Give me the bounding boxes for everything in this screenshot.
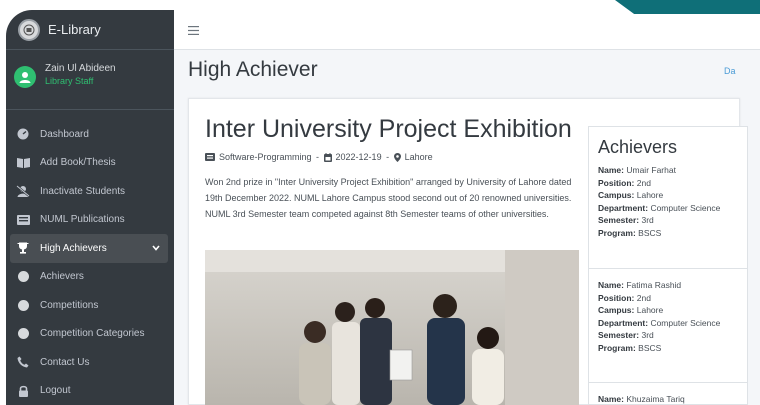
meta-separator: -	[313, 152, 322, 162]
post-description: Won 2nd prize in "Inter University Proje…	[205, 177, 572, 219]
menu-toggle-icon[interactable]	[188, 22, 199, 38]
circle-icon	[16, 298, 30, 312]
achiever-position: 2nd	[636, 177, 651, 188]
achiever-position: 2nd	[636, 292, 651, 303]
divider	[588, 382, 748, 383]
divider	[588, 268, 748, 269]
phone-icon	[16, 355, 30, 369]
map-marker-icon	[393, 152, 401, 162]
brand-name: E-Library	[48, 22, 101, 37]
avatar	[14, 66, 36, 88]
achiever-name: Umair Farhat	[626, 165, 676, 175]
sidebar-item-label: Achievers	[40, 271, 84, 283]
sidebar-item-label: Add Book/Thesis	[40, 157, 116, 169]
achiever-entry: Name: Umair Farhat Position: 2nd Campus:…	[598, 164, 720, 239]
circle-icon	[16, 270, 30, 284]
sidebar-item-label: High Achievers	[40, 242, 107, 254]
achiever-name: Khuzaima Tariq	[626, 394, 685, 404]
sidebar-nav: Dashboard Add Book/Thesis Inactivate Stu…	[6, 110, 174, 405]
sidebar-item-label: Logout	[40, 385, 71, 397]
library-logo-icon	[18, 18, 40, 41]
event-photo-illustration	[205, 250, 579, 405]
achiever-department: Computer Science	[650, 317, 721, 328]
achiever-program: BSCS	[638, 227, 662, 238]
achiever-campus: Lahore	[636, 305, 664, 315]
post-location: Lahore	[404, 152, 433, 162]
brand-link[interactable]: E-Library	[6, 10, 174, 50]
page-title: High Achiever	[188, 58, 318, 81]
book-open-icon	[16, 156, 30, 170]
category-icon	[205, 153, 215, 161]
sidebar: E-Library Zain Ul Abideen Library Staff …	[6, 10, 174, 405]
achiever-semester: 3rd	[641, 330, 654, 340]
sidebar-item-add-book[interactable]: Add Book/Thesis	[6, 149, 174, 178]
semester-label: Semester:	[598, 330, 640, 340]
sidebar-item-label: Competitions	[40, 299, 99, 311]
name-label: Name:	[598, 165, 624, 175]
position-label: Position:	[598, 292, 635, 303]
sidebar-item-dashboard[interactable]: Dashboard	[6, 120, 174, 149]
post-meta: Software-Programming - 2022-12-19 - Laho…	[205, 152, 433, 162]
sidebar-item-label: Dashboard	[40, 128, 89, 140]
name-label: Name:	[598, 394, 624, 404]
campus-label: Campus:	[598, 305, 635, 315]
achiever-name: Fatima Rashid	[626, 280, 682, 290]
program-label: Program:	[598, 342, 636, 353]
achiever-entry: Name: Fatima Rashid Position: 2nd Campus…	[598, 279, 720, 354]
sidebar-item-numl-publications[interactable]: NUML Publications	[6, 206, 174, 235]
achiever-program: BSCS	[638, 342, 662, 353]
top-navbar	[174, 14, 760, 50]
semester-label: Semester:	[598, 215, 640, 225]
app-window: E-Library Zain Ul Abideen Library Staff …	[0, 0, 760, 405]
user-name: Zain Ul Abideen	[45, 63, 116, 74]
lock-icon	[16, 384, 30, 398]
post-category: Software-Programming	[219, 152, 312, 162]
achiever-entry: Name: Khuzaima Tariq	[598, 393, 685, 405]
newspaper-icon	[16, 213, 30, 227]
achiever-semester: 3rd	[641, 215, 654, 225]
sidebar-item-label: Competition Categories	[40, 328, 145, 340]
user-slash-icon	[16, 184, 30, 198]
achiever-campus: Lahore	[636, 190, 664, 200]
sidebar-item-logout[interactable]: Logout	[6, 377, 174, 405]
dashboard-icon	[16, 127, 30, 141]
post-title: Inter University Project Exhibition	[205, 115, 572, 143]
trophy-icon	[16, 241, 30, 255]
sidebar-item-inactivate-students[interactable]: Inactivate Students	[6, 177, 174, 206]
user-panel[interactable]: Zain Ul Abideen Library Staff	[6, 50, 174, 110]
breadcrumb[interactable]: Da	[724, 66, 736, 76]
department-label: Department:	[598, 202, 649, 213]
achiever-department: Computer Science	[650, 202, 721, 213]
achievers-title: Achievers	[598, 137, 678, 157]
user-role: Library Staff	[45, 76, 94, 86]
event-photo[interactable]	[205, 250, 579, 405]
sidebar-item-label: Contact Us	[40, 356, 90, 368]
position-label: Position:	[598, 177, 635, 188]
sidebar-item-competitions[interactable]: Competitions	[6, 291, 174, 320]
sidebar-item-competition-categories[interactable]: Competition Categories	[6, 320, 174, 349]
sidebar-item-achievers[interactable]: Achievers	[6, 263, 174, 292]
department-label: Department:	[598, 317, 649, 328]
sidebar-item-label: Inactivate Students	[40, 185, 126, 197]
meta-separator: -	[383, 152, 392, 162]
post-date: 2022-12-19	[335, 152, 382, 162]
chevron-down-icon	[152, 243, 160, 253]
name-label: Name:	[598, 280, 624, 290]
sidebar-item-label: NUML Publications	[40, 214, 125, 226]
program-label: Program:	[598, 227, 636, 238]
sidebar-item-high-achievers[interactable]: High Achievers	[10, 234, 168, 263]
circle-icon	[16, 327, 30, 341]
campus-label: Campus:	[598, 190, 635, 200]
sidebar-item-contact-us[interactable]: Contact Us	[6, 348, 174, 377]
calendar-icon	[323, 152, 332, 162]
